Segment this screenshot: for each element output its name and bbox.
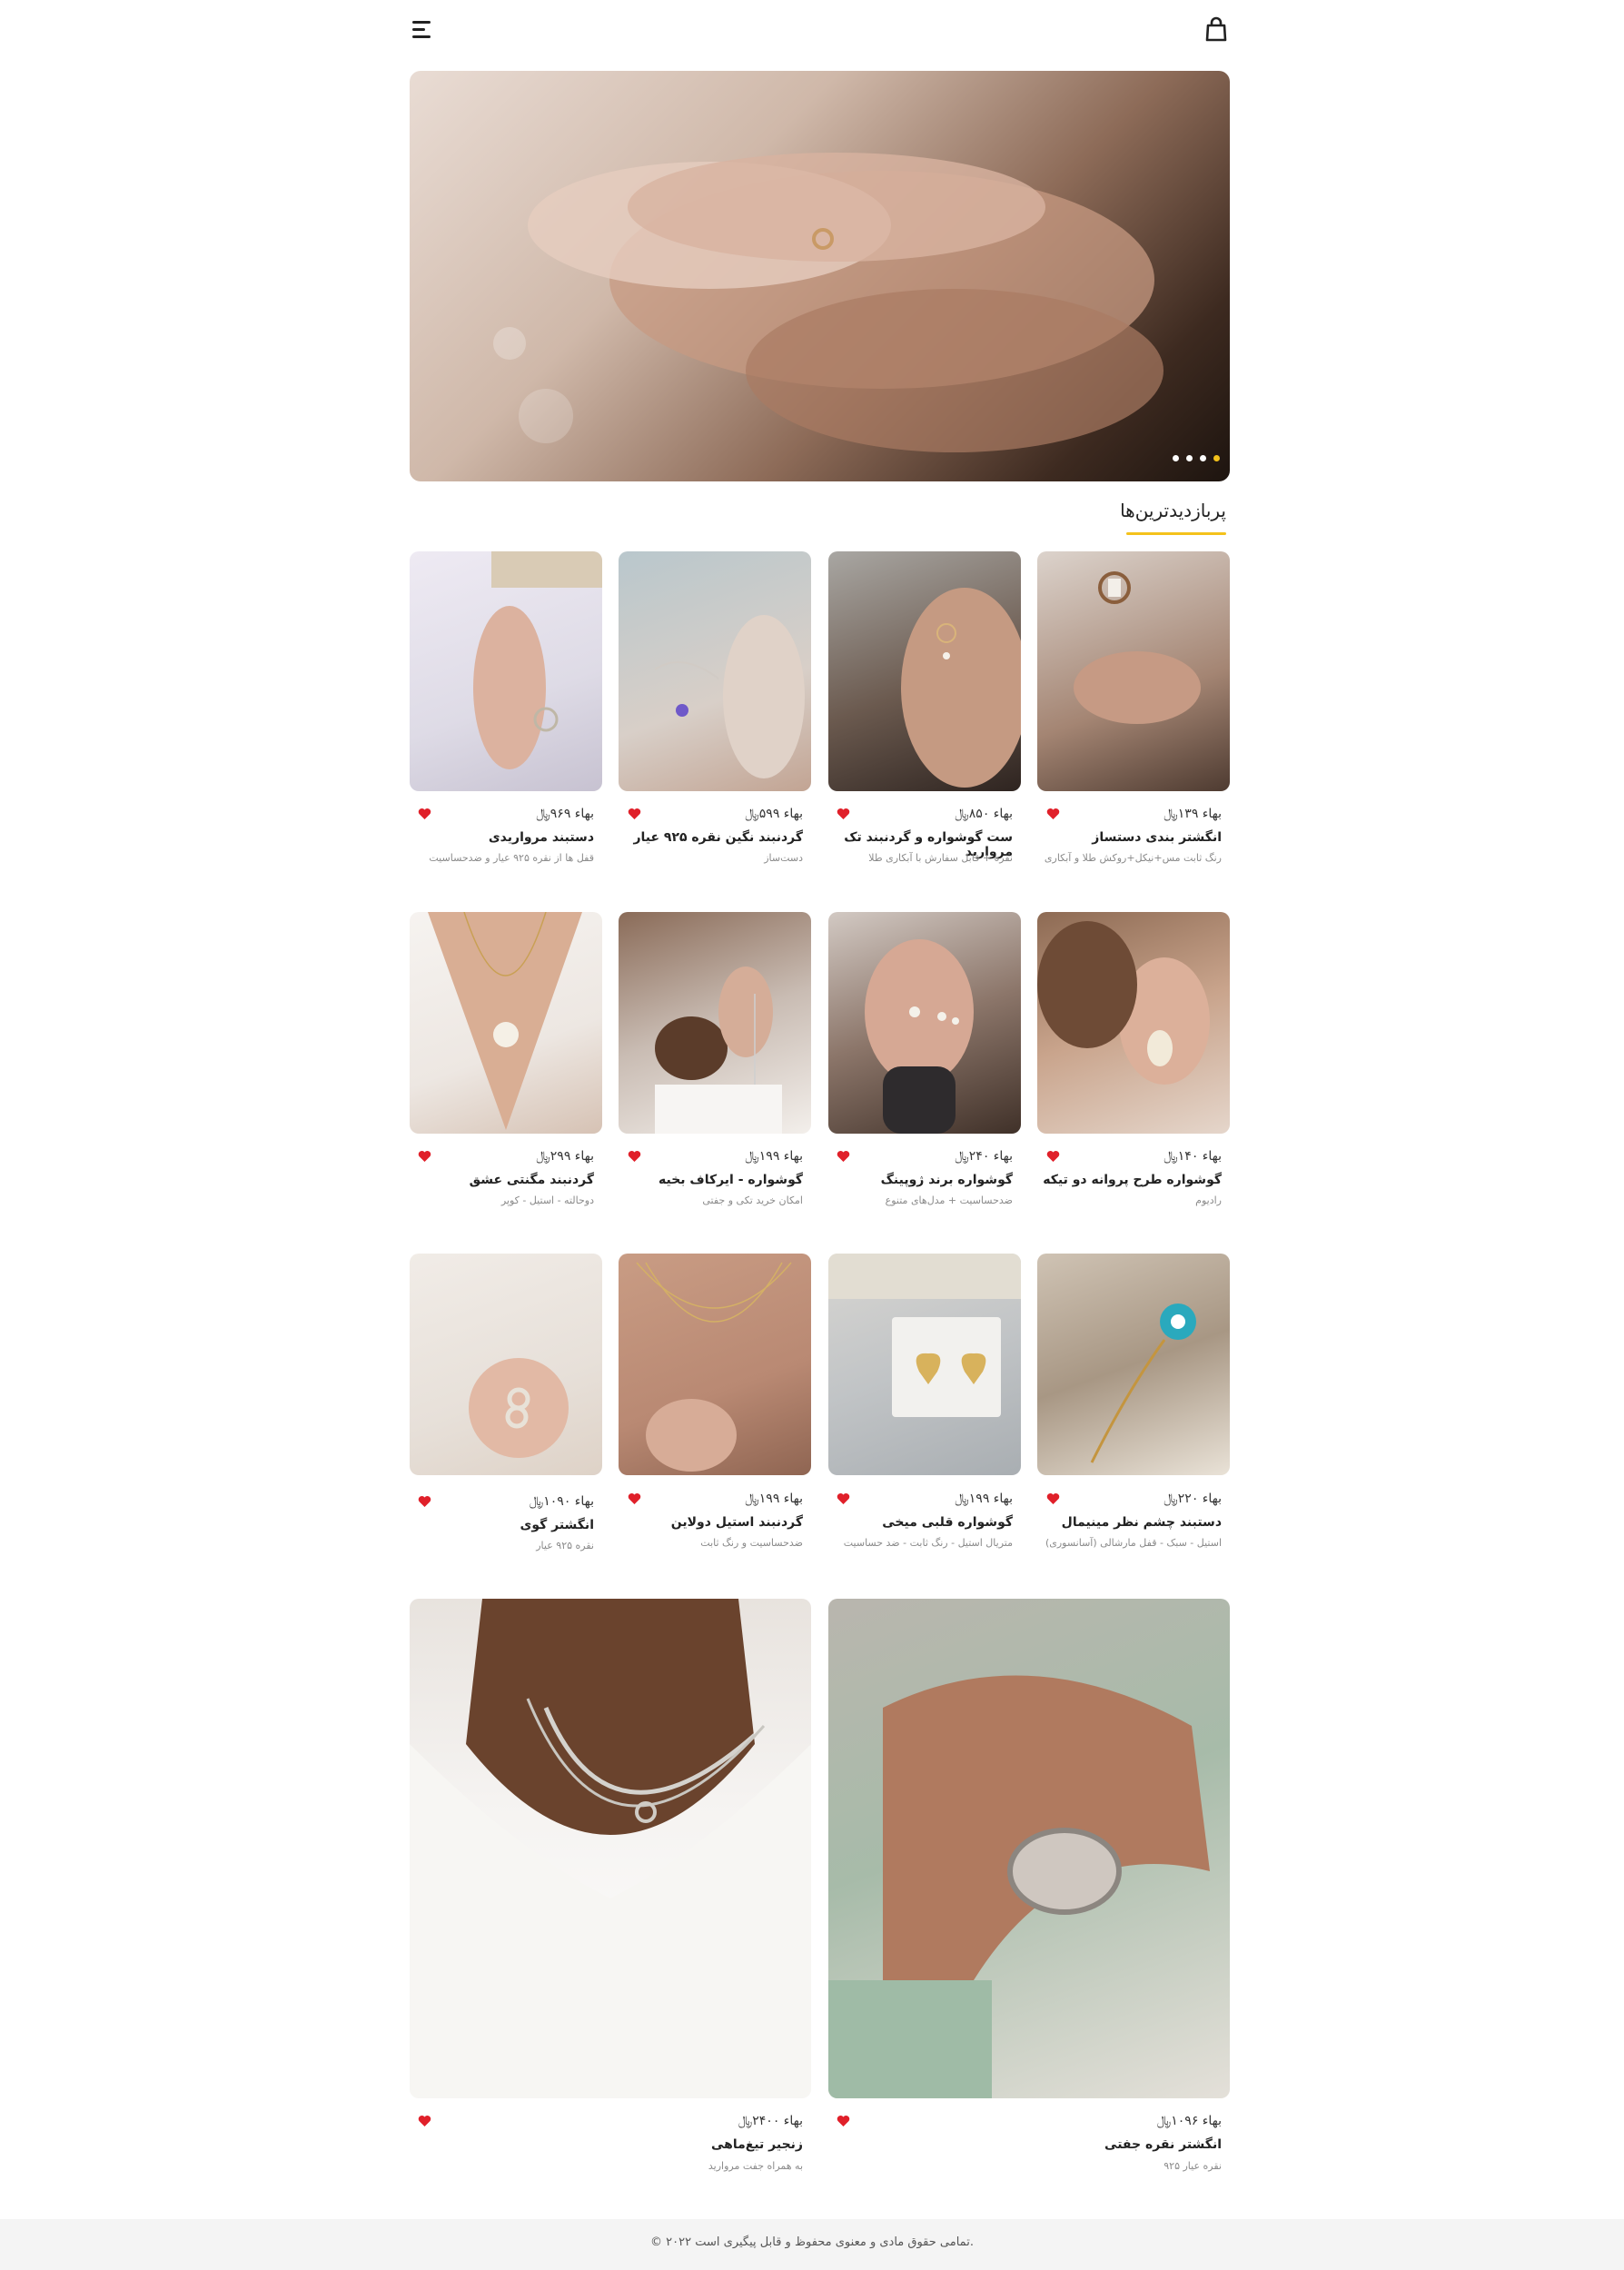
- product-price: بهاء ۹۶۹﷼: [536, 807, 594, 821]
- product-image[interactable]: [1037, 551, 1230, 791]
- product-description: دوحالته - استیل - کوپر: [500, 1194, 594, 1206]
- heart-icon[interactable]: [628, 1492, 641, 1504]
- product-image[interactable]: [828, 912, 1021, 1134]
- product-price: بهاء ۲۴۰﷼: [955, 1149, 1013, 1164]
- product-name[interactable]: انگشتر نقره جفتی: [840, 2137, 1222, 2152]
- top-header: [0, 0, 1624, 58]
- slider-dots: [1173, 455, 1220, 461]
- heart-icon[interactable]: [418, 807, 431, 819]
- heart-icon[interactable]: [418, 1149, 431, 1162]
- product-image[interactable]: [410, 551, 602, 791]
- product-description: قفل ها از نقره ۹۲۵ عیار و ضدحساسیت: [429, 852, 594, 864]
- heart-icon[interactable]: [837, 1149, 850, 1162]
- slider-dot[interactable]: [1173, 455, 1179, 461]
- product-description: ضدحساسیت و رنگ ثابت: [700, 1537, 803, 1549]
- product-name[interactable]: انگشتر بندی دستساز: [1035, 830, 1222, 845]
- product-image[interactable]: [410, 912, 602, 1134]
- product-price: بهاء ۱۰۹۰﷼: [529, 1494, 594, 1509]
- product-image[interactable]: [828, 1254, 1021, 1475]
- product-description: متریال استیل - رنگ ثابت - ضد حساسیت: [843, 1537, 1013, 1549]
- product-image[interactable]: [619, 912, 811, 1134]
- heart-icon[interactable]: [418, 1494, 431, 1507]
- product-price: بهاء ۲۲۰﷼: [1164, 1492, 1222, 1506]
- copyright-text: © ۲۰۲۲ تمامی حقوق مادی و معنوی محفوظ و ق…: [650, 2235, 974, 2249]
- heart-icon[interactable]: [837, 1492, 850, 1504]
- product-image[interactable]: [410, 1254, 602, 1475]
- heart-icon[interactable]: [418, 2114, 431, 2126]
- product-name[interactable]: گوشواره قلبی میخی: [827, 1515, 1013, 1530]
- product-description: نقره عیار ۹۲۵: [1164, 2160, 1222, 2172]
- hero-banner[interactable]: [410, 71, 1230, 481]
- product-image[interactable]: [1037, 1254, 1230, 1475]
- product-name[interactable]: گوشواره - ایرکاف بخیه: [617, 1173, 803, 1187]
- product-image[interactable]: [410, 1599, 811, 2098]
- product-image[interactable]: [828, 1599, 1230, 2098]
- product-description: دست‌ساز: [764, 852, 803, 864]
- heart-icon[interactable]: [628, 1149, 641, 1162]
- product-name[interactable]: دستبند مرواریدی: [408, 830, 594, 845]
- product-price: بهاء ۸۵۰﷼: [955, 807, 1013, 821]
- product-name[interactable]: انگشتر گوی: [408, 1518, 595, 1532]
- slider-dot[interactable]: [1200, 455, 1206, 461]
- product-price: بهاء ۱۹۹﷼: [745, 1149, 803, 1164]
- product-price: بهاء ۱۰۹۶﷼: [1156, 2114, 1222, 2128]
- product-price: بهاء ۵۹۹﷼: [745, 807, 803, 821]
- footer: © ۲۰۲۲ تمامی حقوق مادی و معنوی محفوظ و ق…: [0, 2219, 1624, 2270]
- product-description: به همراه جفت مروارید: [708, 2160, 803, 2172]
- product-name[interactable]: زنجیر تیغ‌ماهی: [421, 2137, 803, 2152]
- product-name[interactable]: گردنبند استیل دولاین: [617, 1515, 803, 1530]
- product-name[interactable]: گوشواره برند ژوپینگ: [827, 1173, 1013, 1187]
- product-name[interactable]: گوشواره طرح پروانه دو تیکه: [1035, 1173, 1222, 1187]
- section-title: پربازدیدترین‌ها: [1120, 500, 1226, 521]
- heart-icon[interactable]: [837, 807, 850, 819]
- product-description: رنگ ثابت مس+نیکل+روکش طلا و آبکاری: [1044, 852, 1222, 864]
- hero-image: [493, 153, 1164, 452]
- product-price: بهاء ۱۳۹﷼: [1164, 807, 1222, 821]
- product-description: نقره + قابل سفارش با آبکاری طلا: [868, 852, 1013, 864]
- heart-icon[interactable]: [628, 807, 641, 819]
- product-price: بهاء ۲۴۰۰﷼: [738, 2114, 803, 2128]
- slider-dot[interactable]: [1186, 455, 1193, 461]
- hamburger-menu-icon[interactable]: [412, 21, 434, 39]
- product-name[interactable]: دستبند چشم نظر مینیمال: [1035, 1515, 1222, 1530]
- product-description: استیل - سبک - قفل مارشالی (آسانسوری): [1045, 1537, 1222, 1549]
- product-price: بهاء ۱۹۹﷼: [955, 1492, 1013, 1506]
- heart-icon[interactable]: [1046, 1149, 1060, 1162]
- product-price: بهاء ۱۴۰﷼: [1164, 1149, 1222, 1164]
- section-title-underline: [1126, 532, 1226, 535]
- product-description: ضدحساسیت + مدل‌های متنوع: [885, 1194, 1013, 1206]
- product-image[interactable]: [619, 1254, 811, 1475]
- shopping-bag-icon[interactable]: [1205, 16, 1227, 42]
- product-image[interactable]: [1037, 912, 1230, 1134]
- heart-icon[interactable]: [1046, 1492, 1060, 1504]
- heart-icon[interactable]: [837, 2114, 850, 2126]
- product-price: بهاء ۲۹۹﷼: [536, 1149, 594, 1164]
- slider-dot-active[interactable]: [1213, 455, 1220, 461]
- product-name[interactable]: گردنبند مگنتی عشق: [408, 1173, 594, 1187]
- product-price: بهاء ۱۹۹﷼: [745, 1492, 803, 1506]
- product-image[interactable]: [828, 551, 1021, 791]
- product-description: رادیوم: [1195, 1194, 1222, 1206]
- product-description: امکان خرید تکی و جفتی: [702, 1194, 803, 1206]
- product-image[interactable]: [619, 551, 811, 791]
- product-name[interactable]: گردنبند نگین نقره ۹۲۵ عیار: [617, 830, 803, 845]
- heart-icon[interactable]: [1046, 807, 1060, 819]
- product-description: نقره ۹۲۵ عیار: [536, 1540, 594, 1551]
